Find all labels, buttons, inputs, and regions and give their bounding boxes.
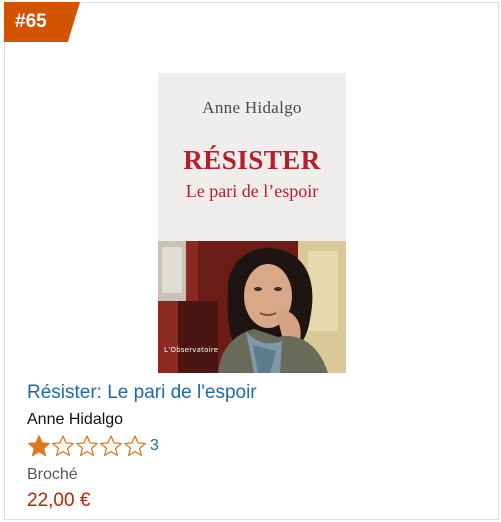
cover-publisher-logo: L’Observatoire [164,346,219,354]
cover-top-panel: Anne Hidalgo RÉSISTER Le pari de l’espoi… [158,73,346,241]
book-format: Broché [27,466,78,483]
star-empty-icon [76,435,98,457]
cover-title: RÉSISTER [183,145,321,175]
cover-author: Anne Hidalgo [202,98,302,117]
star-empty-icon [100,435,122,457]
product-title-link[interactable]: Résister: Le pari de l'espoir [27,382,257,404]
rating-count-link[interactable]: 3 [150,437,159,455]
star-empty-icon [124,435,146,457]
rank-badge: #65 [4,2,80,42]
book-cover-image[interactable]: Anne Hidalgo RÉSISTER Le pari de l’espoi… [158,73,346,373]
star-empty-icon [52,435,74,457]
star-filled-icon [28,435,50,457]
rating-row[interactable]: 3 [27,434,159,458]
star-rating[interactable] [27,434,147,458]
price: 22,00 € [27,490,91,511]
cover-subtitle: Le pari de l’espoir [185,181,319,201]
author-name[interactable]: Anne Hidalgo [27,411,123,429]
